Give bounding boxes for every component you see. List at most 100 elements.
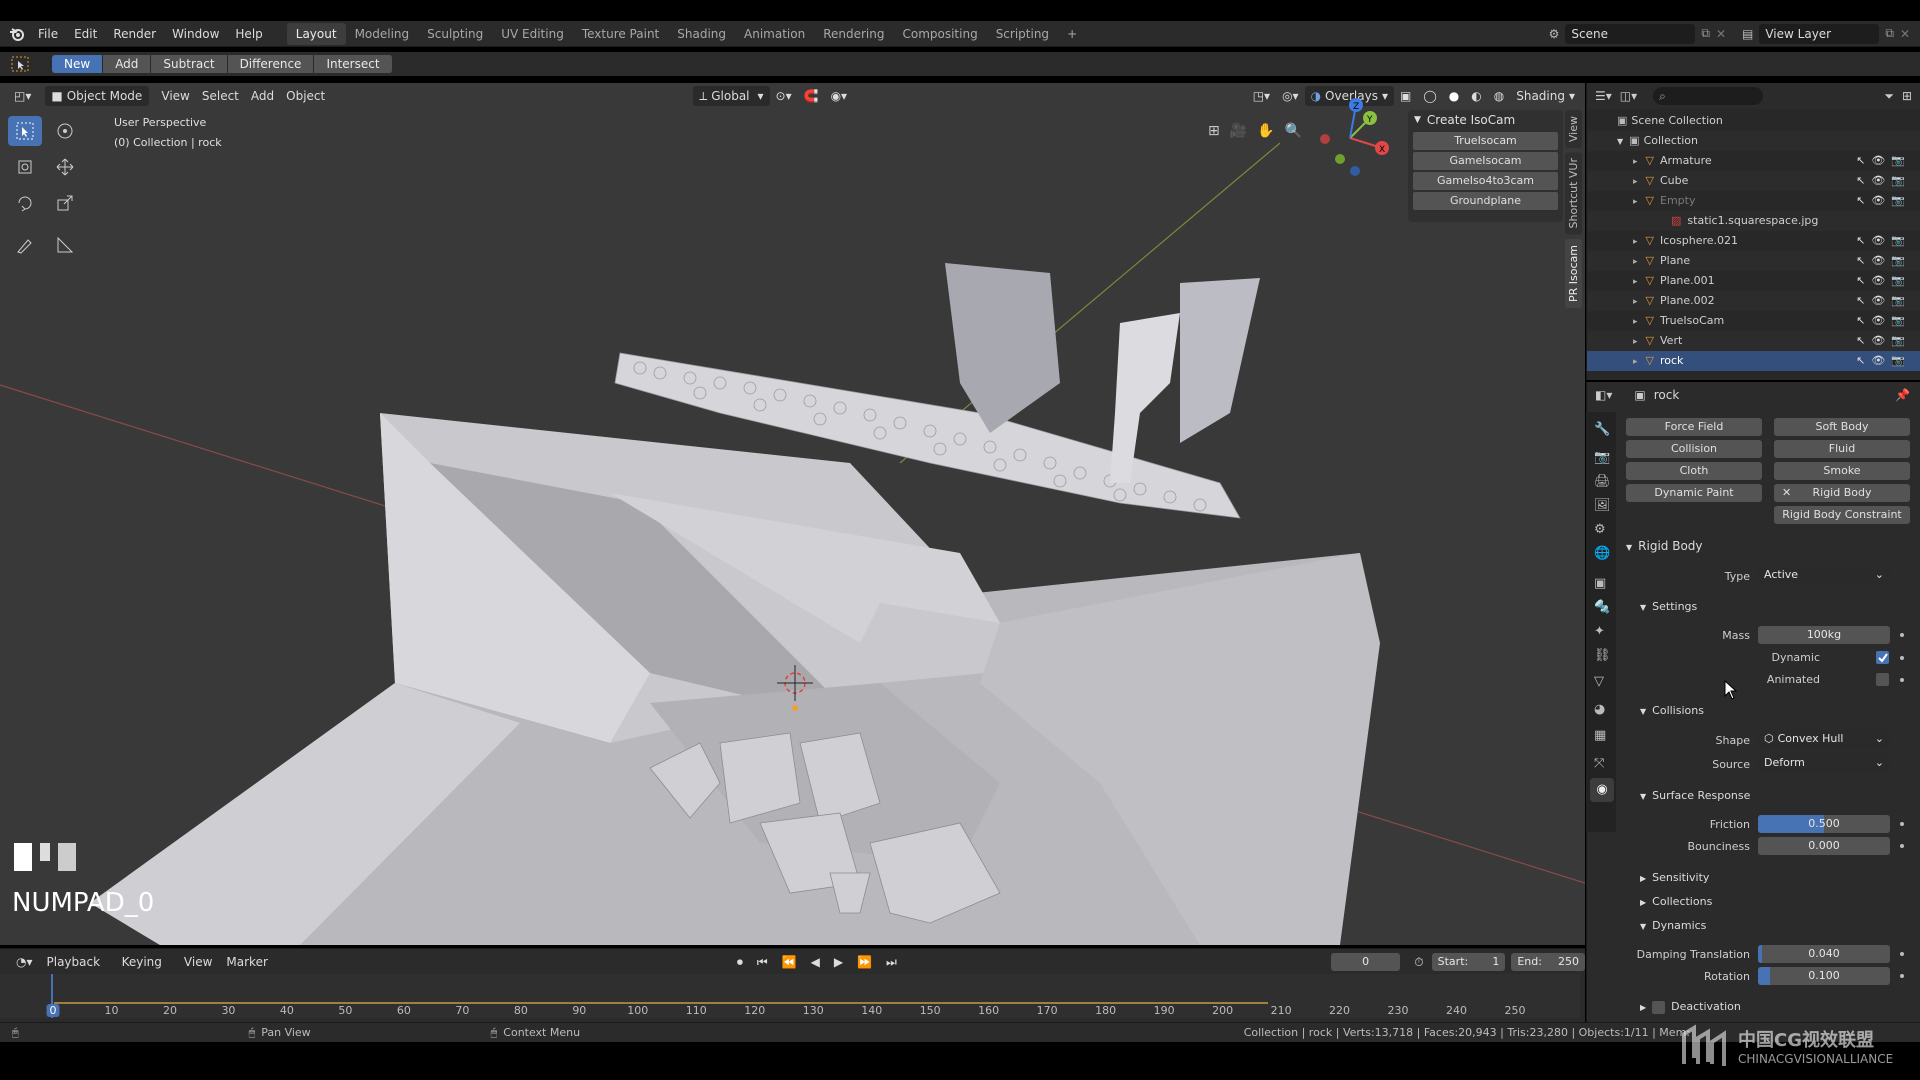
new-collection-icon[interactable]: ⊞: [1902, 89, 1912, 103]
mode-selector[interactable]: ■ Object Mode: [45, 86, 150, 106]
menu-select[interactable]: Select: [196, 86, 245, 106]
outliner-collection[interactable]: ▼ ▣ Collection: [1587, 131, 1920, 151]
physics-tab-icon[interactable]: ◉: [1590, 778, 1614, 802]
outliner-item[interactable]: ▸ ▽ Empty ↖👁📷: [1587, 191, 1920, 211]
visibility-toggle-icons[interactable]: ↖👁📷: [1856, 231, 1911, 251]
expand-arrow-icon[interactable]: ▸: [1633, 257, 1638, 267]
gizmo-icon[interactable]: ◎▾: [1276, 86, 1305, 106]
output-tab-icon[interactable]: 🖨: [1594, 474, 1611, 489]
friction-slider[interactable]: 0.500: [1758, 815, 1890, 833]
rigid-body-button[interactable]: ✕ Rigid Body: [1774, 484, 1910, 502]
menu-object[interactable]: Object: [280, 86, 331, 106]
source-dropdown[interactable]: Deform ⌄: [1758, 754, 1890, 772]
delete-view-layer-icon[interactable]: ✕: [1900, 27, 1910, 41]
gameisocam-button[interactable]: GameIsocam: [1413, 152, 1558, 170]
tab-sculpting[interactable]: Sculpting: [418, 23, 492, 45]
transform-tool-icon[interactable]: [8, 152, 42, 182]
outliner-item[interactable]: ▸ ▽ Cube ↖👁📷: [1587, 171, 1920, 191]
animated-checkbox[interactable]: [1876, 673, 1889, 686]
visibility-toggle-icons[interactable]: ↖👁📷: [1856, 331, 1911, 351]
gameiso4to3cam-button[interactable]: GameIso4to3cam: [1413, 172, 1558, 190]
editor-type-icon[interactable]: ◰▾: [8, 86, 37, 106]
menu-help[interactable]: Help: [227, 21, 270, 47]
visibility-toggle-icons[interactable]: ↖👁📷: [1856, 191, 1911, 211]
tab-layout[interactable]: Layout: [286, 22, 346, 45]
visibility-toggle-icons[interactable]: ↖👁📷: [1856, 271, 1911, 291]
deactivation-checkbox[interactable]: [1652, 1000, 1666, 1014]
expand-arrow-icon[interactable]: ▸: [1633, 297, 1638, 307]
menu-file[interactable]: File: [30, 21, 66, 47]
pivot-icon[interactable]: ⊙▾: [770, 86, 798, 106]
npanel-tab-pr-isocam[interactable]: PR Isocam: [1565, 238, 1582, 308]
shading-dropdown[interactable]: Shading ▾: [1510, 86, 1581, 106]
bounciness-slider[interactable]: 0.000: [1758, 837, 1890, 855]
tab-animation[interactable]: Animation: [735, 23, 814, 45]
jump-start-icon[interactable]: ⏮: [751, 952, 774, 972]
snap-icon[interactable]: 🧲: [798, 86, 825, 106]
proportional-edit-icon[interactable]: ◉▾: [825, 86, 854, 106]
keyframe-dot[interactable]: [1900, 678, 1904, 682]
dynamics-subsection-header[interactable]: ▼ Dynamics: [1640, 919, 1706, 932]
scene-selector[interactable]: Scene: [1565, 23, 1696, 44]
tab-scripting[interactable]: Scripting: [987, 23, 1058, 45]
outliner-search-input[interactable]: ⌕: [1653, 87, 1764, 105]
axis-gizmo[interactable]: X Y Z: [1310, 93, 1390, 183]
visibility-toggle-icons[interactable]: ↖👁📷: [1856, 171, 1911, 191]
select-box-tool-icon[interactable]: [0, 55, 40, 73]
cursor-tool-icon[interactable]: [48, 116, 82, 146]
filter-icon[interactable]: ⏷: [1884, 89, 1894, 104]
menu-playback[interactable]: Playback ▾: [41, 952, 114, 989]
particles-tab-icon[interactable]: ✦: [1594, 624, 1605, 639]
dynamic-paint-button[interactable]: Dynamic Paint: [1626, 484, 1762, 502]
properties-editor-icon[interactable]: ◧▾: [1595, 388, 1612, 402]
outliner-item[interactable]: ▸ ▽ Icosphere.021 ↖👁📷: [1587, 231, 1920, 251]
menu-render[interactable]: Render: [105, 21, 164, 47]
type-dropdown[interactable]: Active ⌄: [1758, 566, 1890, 584]
menu-add[interactable]: Add: [245, 86, 280, 106]
outliner-item[interactable]: ▸ ▽ Plane.002 ↖👁📷: [1587, 291, 1920, 311]
outliner-item[interactable]: ▸ ▽ TrueIsoCam ↖👁📷: [1587, 311, 1920, 331]
deactivation-subsection-header[interactable]: ▶ Deactivation: [1640, 1000, 1741, 1014]
visibility-icon[interactable]: ◳▾: [1247, 86, 1276, 106]
keyframe-dot[interactable]: [1900, 656, 1904, 660]
npanel-tab-shortcut[interactable]: Shortcut VUr: [1565, 152, 1582, 235]
keyframe-dot[interactable]: [1900, 822, 1904, 826]
play-reverse-icon[interactable]: ◀: [805, 952, 826, 972]
add-workspace-icon[interactable]: +: [1058, 23, 1086, 45]
dynamic-checkbox[interactable]: [1876, 651, 1889, 664]
remove-x-icon[interactable]: ✕: [1782, 484, 1791, 502]
3d-viewport[interactable]: ◰▾ ■ Object Mode View Select Add Object …: [0, 83, 1585, 945]
cloth-button[interactable]: Cloth: [1626, 462, 1762, 480]
select-box-icon[interactable]: [8, 116, 42, 146]
stopwatch-icon[interactable]: ⏱: [1408, 952, 1429, 972]
visibility-toggle-icons[interactable]: ↖👁📷: [1856, 291, 1911, 311]
settings-subsection-header[interactable]: ▼ Settings: [1640, 600, 1697, 613]
expand-arrow-icon[interactable]: ▸: [1633, 277, 1638, 287]
mass-field[interactable]: 100kg: [1758, 626, 1890, 644]
rigid-body-constraint-button[interactable]: Rigid Body Constraint: [1774, 506, 1910, 524]
view-layer-tab-icon[interactable]: 🖼: [1594, 498, 1611, 513]
tab-rendering[interactable]: Rendering: [814, 23, 893, 45]
rendered-shading-icon[interactable]: ◍: [1488, 86, 1510, 106]
bool-new-button[interactable]: New: [52, 55, 104, 73]
tab-shading[interactable]: Shading: [668, 23, 735, 45]
outliner-item[interactable]: ▸ ▽ rock ↖👁📷: [1587, 351, 1920, 371]
expand-arrow-icon[interactable]: ▸: [1633, 197, 1638, 207]
force-field-button[interactable]: Force Field: [1626, 418, 1762, 436]
outliner-item[interactable]: ▸ ▽ Armature ↖👁📷: [1587, 151, 1920, 171]
expand-arrow-icon[interactable]: ▸: [1633, 237, 1638, 247]
wireframe-shading-icon[interactable]: ◯: [1417, 86, 1442, 106]
visibility-toggle-icons[interactable]: ↖👁📷: [1856, 311, 1911, 331]
new-view-layer-icon[interactable]: ⧉: [1885, 26, 1894, 41]
collections-subsection-header[interactable]: ▶ Collections: [1640, 895, 1712, 908]
modifier-tab-icon[interactable]: 🔩: [1594, 600, 1610, 615]
outliner-scene-collection[interactable]: ▣ Scene Collection: [1587, 111, 1920, 131]
tool-tab-icon[interactable]: 🔧: [1594, 422, 1610, 437]
menu-keying[interactable]: Keying ▾: [116, 952, 176, 989]
menu-window[interactable]: Window: [164, 21, 227, 47]
fluid-button[interactable]: Fluid: [1774, 440, 1910, 458]
scale-tool-icon[interactable]: [48, 188, 82, 218]
rigid-body-section-header[interactable]: ▼ Rigid Body: [1626, 539, 1703, 553]
outliner-item[interactable]: ▸ ▽ Vert ↖👁📷: [1587, 331, 1920, 351]
prev-keyframe-icon[interactable]: ⏪: [776, 952, 803, 972]
